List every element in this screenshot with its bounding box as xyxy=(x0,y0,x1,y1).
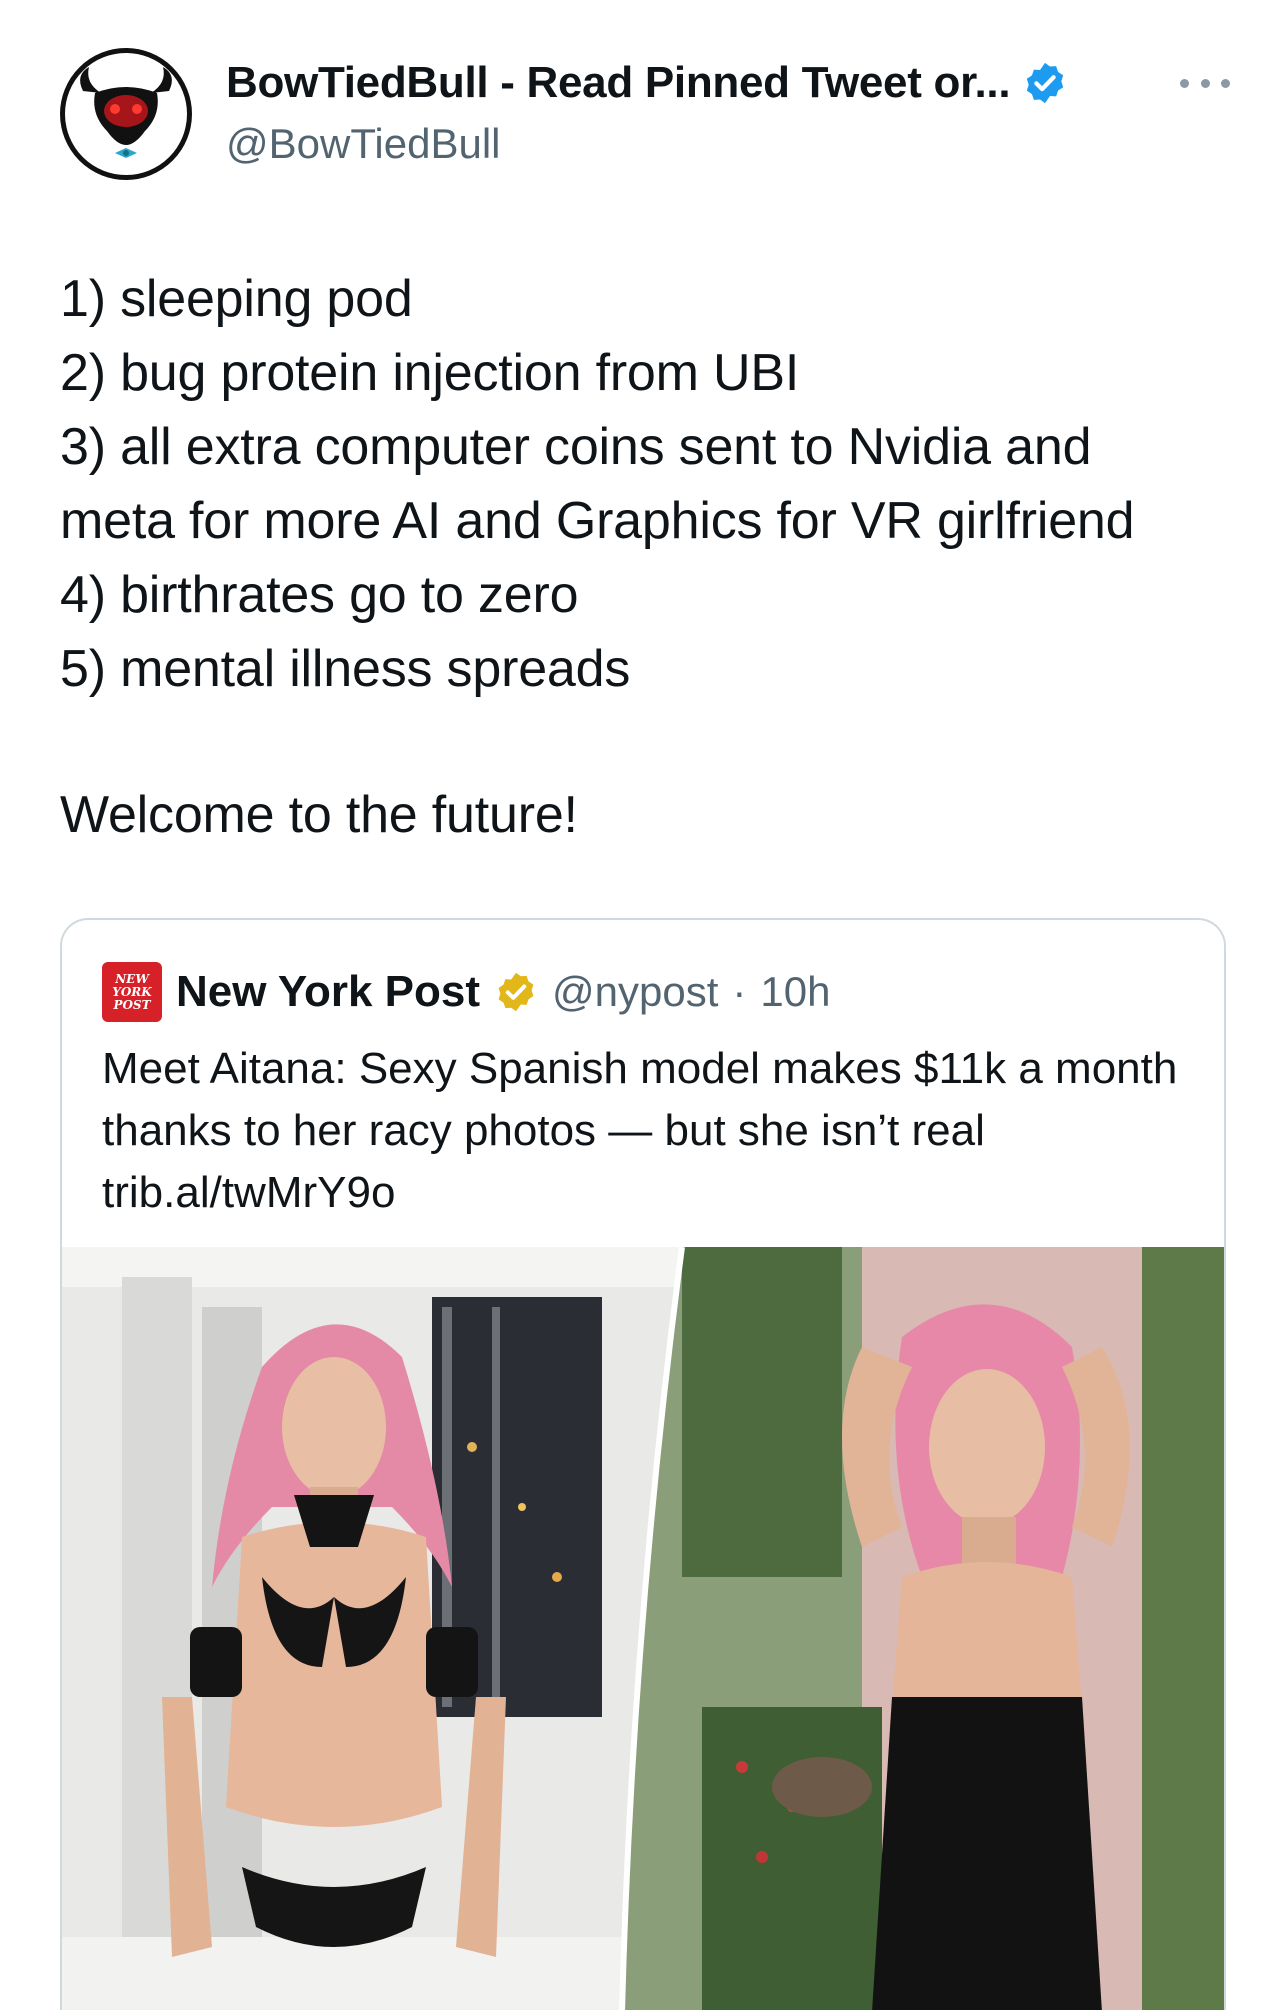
tweet-line: 2) bug protein injection from UBI xyxy=(60,344,800,402)
right-photo xyxy=(622,1247,1224,2010)
quoted-tweet-card[interactable]: NEW YORK POST New York Post @nypost · 10h … xyxy=(60,918,1226,2010)
quoted-display-name[interactable]: New York Post xyxy=(176,967,480,1017)
tweet-closing-line: Welcome to the future! xyxy=(60,786,578,844)
quoted-time[interactable]: 10h xyxy=(760,968,830,1016)
gold-verified-badge-icon xyxy=(498,972,534,1012)
logo-word: NEW xyxy=(115,971,149,986)
author-handle[interactable]: @BowTiedBull xyxy=(226,120,1068,168)
tweet-line: 5) mental illness spreads xyxy=(60,640,631,698)
bull-head-icon xyxy=(80,67,172,158)
tweet-header: BowTiedBull - Read Pinned Tweet or... @B… xyxy=(60,48,1230,188)
tweet-line: 3) all extra computer coins sent to Nvid… xyxy=(60,418,1092,476)
tweet-line: 1) sleeping pod xyxy=(60,270,413,328)
tweet-text: 1) sleeping pod 2) bug protein injection… xyxy=(60,262,1230,852)
tweet-line: meta for more AI and Graphics for VR gir… xyxy=(60,492,1135,550)
more-options-icon[interactable] xyxy=(1180,68,1230,98)
verified-badge-icon xyxy=(1027,62,1064,104)
logo-word: YORK xyxy=(112,984,152,999)
author-avatar[interactable] xyxy=(60,48,192,180)
left-photo xyxy=(62,1247,682,2010)
tweet-line: 4) birthrates go to zero xyxy=(60,566,579,624)
nypost-logo-icon: NEW YORK POST xyxy=(102,962,162,1022)
quoted-text: Meet Aitana: Sexy Spanish model makes $1… xyxy=(102,1044,1178,1217)
quoted-handle[interactable]: @nypost xyxy=(552,968,718,1016)
author-display-name[interactable]: BowTiedBull - Read Pinned Tweet or... xyxy=(226,58,1011,108)
quoted-media[interactable] xyxy=(62,1247,1224,2010)
logo-word: POST xyxy=(113,997,151,1012)
meta-separator: · xyxy=(732,968,747,1015)
